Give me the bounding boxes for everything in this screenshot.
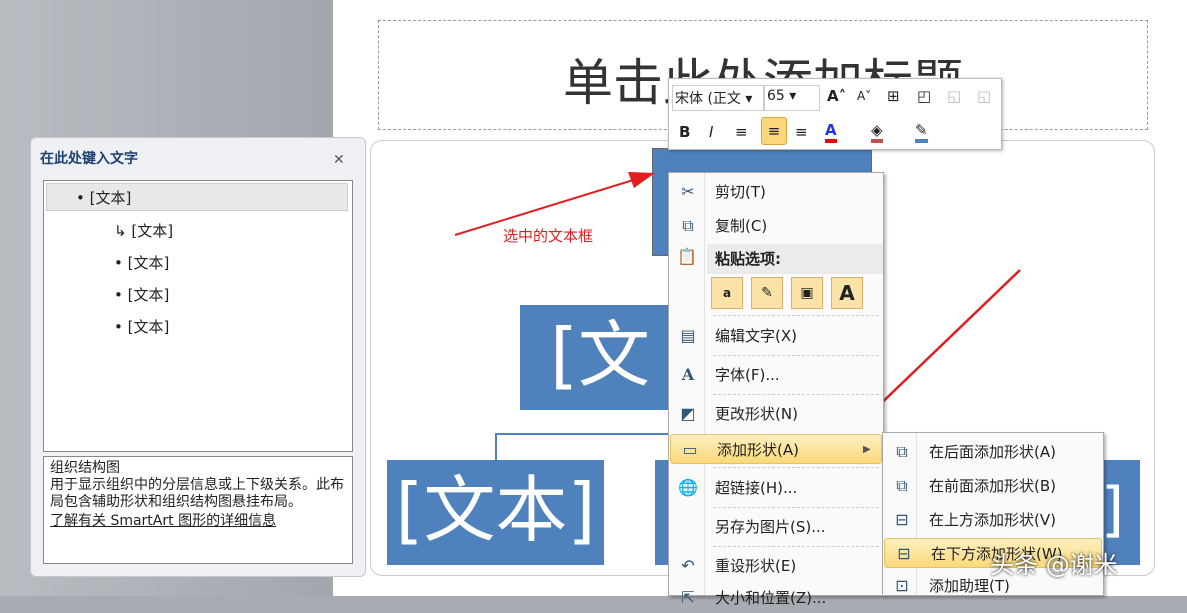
hyperlink-icon: 🌐 (677, 473, 699, 503)
menu-label: 添加形状(A) (717, 435, 799, 465)
list-item[interactable]: • [文本] (76, 187, 131, 208)
add-below-icon: ⊟ (893, 539, 915, 569)
menu-item-copy[interactable]: ⧉ 复制(C) (669, 211, 883, 241)
mini-toolbar: 宋体 (正文 ▾ 65 ▾ A˄ A˅ ⊞ ◰ ◱ ◱ B I ≡ ≡ ≡ A … (668, 78, 1002, 150)
bold-button[interactable]: B (679, 123, 690, 141)
size-icon: ⇱ (677, 583, 699, 613)
grow-font-icon[interactable]: A˄ (827, 87, 846, 105)
font-name-select[interactable]: 宋体 (正文 ▾ (672, 85, 764, 111)
shrink-font-icon[interactable]: A˅ (857, 89, 871, 103)
send-back-icon[interactable]: ◱ (947, 87, 961, 105)
fill-color-icon[interactable]: ◈ (871, 121, 883, 143)
text-pane-title: 在此处键入文字 (40, 148, 138, 168)
menu-label: 在上方添加形状(V) (929, 505, 1056, 535)
watermark: 头条 @谢米 (990, 545, 1118, 580)
scissors-icon: ✂ (677, 177, 699, 207)
annotation-label: 选中的文本框 (503, 225, 593, 246)
italic-button[interactable]: I (709, 123, 713, 141)
layout-name: 组织结构图 (50, 460, 346, 477)
layout-description: 用于显示组织中的分层信息或上下级关系。此布局包含辅助形状和组织结构图悬挂布局。 (50, 477, 346, 511)
list-item-text: [文本] (128, 318, 170, 336)
copy-icon: ⧉ (677, 211, 699, 241)
menu-label: 大小和位置(Z)... (715, 583, 826, 613)
paste-picture-icon[interactable]: ▣ (791, 277, 823, 309)
menu-label: 更改形状(N) (715, 399, 798, 429)
add-shape-icon: ▭ (679, 435, 701, 465)
chevron-right-icon: ▶ (863, 435, 871, 465)
align-left-icon[interactable]: ≡ (735, 123, 748, 141)
font-size-select[interactable]: 65 ▾ (764, 85, 820, 111)
font-size: 65 (767, 88, 785, 104)
menu-item-add-shape[interactable]: ▭ 添加形状(A) ▶ (670, 434, 882, 464)
list-item[interactable]: • [文本] (114, 252, 169, 273)
list-item-text: [文本] (90, 189, 132, 207)
paste-text-only-icon[interactable]: A (831, 277, 863, 309)
paste-icon: 📋 (677, 247, 697, 266)
outline-color-icon[interactable]: ✎ (915, 121, 928, 143)
paste-destination-theme-icon[interactable]: ✎ (751, 277, 783, 309)
menu-label: 在前面添加形状(B) (929, 471, 1056, 501)
close-icon[interactable]: ✕ (333, 152, 345, 168)
align-center-icon[interactable]: ≡ (761, 117, 787, 145)
menu-label: 字体(F)... (715, 360, 780, 390)
text-pane: 在此处键入文字 ✕ • [文本] ↳ [文本] • [文本] • [文本] • … (30, 137, 366, 577)
menu-item-cut[interactable]: ✂ 剪切(T) (669, 177, 883, 207)
description-box: 组织结构图 用于显示组织中的分层信息或上下级关系。此布局包含辅助形状和组织结构图… (43, 456, 353, 564)
list-item[interactable]: • [文本] (114, 316, 169, 337)
paste-keep-source-icon[interactable]: a (711, 277, 743, 309)
list-item-text: [文本] (128, 286, 170, 304)
menu-item-size-position[interactable]: ⇱ 大小和位置(Z)... (669, 583, 883, 613)
arrange-icon[interactable]: ◱ (977, 87, 991, 105)
menu-label: 编辑文字(X) (715, 321, 797, 351)
align-right-icon[interactable]: ≡ (795, 123, 808, 141)
bring-front-icon[interactable]: ◰ (917, 87, 931, 105)
menu-item-change-shape[interactable]: ◩ 更改形状(N) (669, 399, 883, 429)
menu-item-hyperlink[interactable]: 🌐 超链接(H)... (669, 473, 883, 503)
font-color-icon[interactable]: A (825, 121, 837, 143)
menu-label: 超链接(H)... (715, 473, 797, 503)
add-after-icon: ⧉ (891, 437, 913, 467)
select-icon[interactable]: ⊞ (887, 87, 900, 105)
font-icon: A (677, 360, 699, 390)
change-shape-icon: ◩ (677, 399, 699, 429)
learn-more-link[interactable]: 了解有关 SmartArt 图形的详细信息 (50, 513, 346, 530)
reset-shape-icon: ↶ (677, 551, 699, 581)
menu-label: 复制(C) (715, 211, 767, 241)
submenu-add-after[interactable]: ⧉ 在后面添加形状(A) (883, 437, 1097, 467)
edit-text-icon: ▤ (677, 321, 699, 351)
menu-label: 在后面添加形状(A) (929, 437, 1056, 467)
text-pane-list[interactable]: • [文本] ↳ [文本] • [文本] • [文本] • [文本] (43, 180, 353, 452)
add-before-icon: ⧉ (891, 471, 913, 501)
submenu-add-above[interactable]: ⊟ 在上方添加形状(V) (883, 505, 1097, 535)
list-item[interactable]: • [文本] (114, 284, 169, 305)
list-item-text: [文本] (131, 222, 173, 240)
font-name: 宋体 (正文 (675, 91, 741, 107)
add-above-icon: ⊟ (891, 505, 913, 535)
submenu-add-before[interactable]: ⧉ 在前面添加形状(B) (883, 471, 1097, 501)
context-menu: ✂ 剪切(T) ⧉ 复制(C) 粘贴选项: 📋 a ✎ ▣ A ▤ 编辑文字(X) A… (668, 172, 884, 596)
list-item[interactable]: ↳ [文本] (114, 220, 173, 241)
menu-label: 粘贴选项: (715, 244, 781, 274)
menu-label: 另存为图片(S)... (715, 512, 826, 542)
paste-options-header: 粘贴选项: (707, 244, 883, 274)
menu-item-reset-shape[interactable]: ↶ 重设形状(E) (669, 551, 883, 581)
add-assistant-icon: ⊡ (891, 571, 913, 601)
menu-item-font[interactable]: A 字体(F)... (669, 360, 883, 390)
menu-label: 重设形状(E) (715, 551, 796, 581)
list-item-text: [文本] (128, 254, 170, 272)
menu-label: 剪切(T) (715, 177, 766, 207)
menu-item-edit-text[interactable]: ▤ 编辑文字(X) (669, 321, 883, 351)
menu-item-save-as-picture[interactable]: 另存为图片(S)... (669, 512, 883, 542)
